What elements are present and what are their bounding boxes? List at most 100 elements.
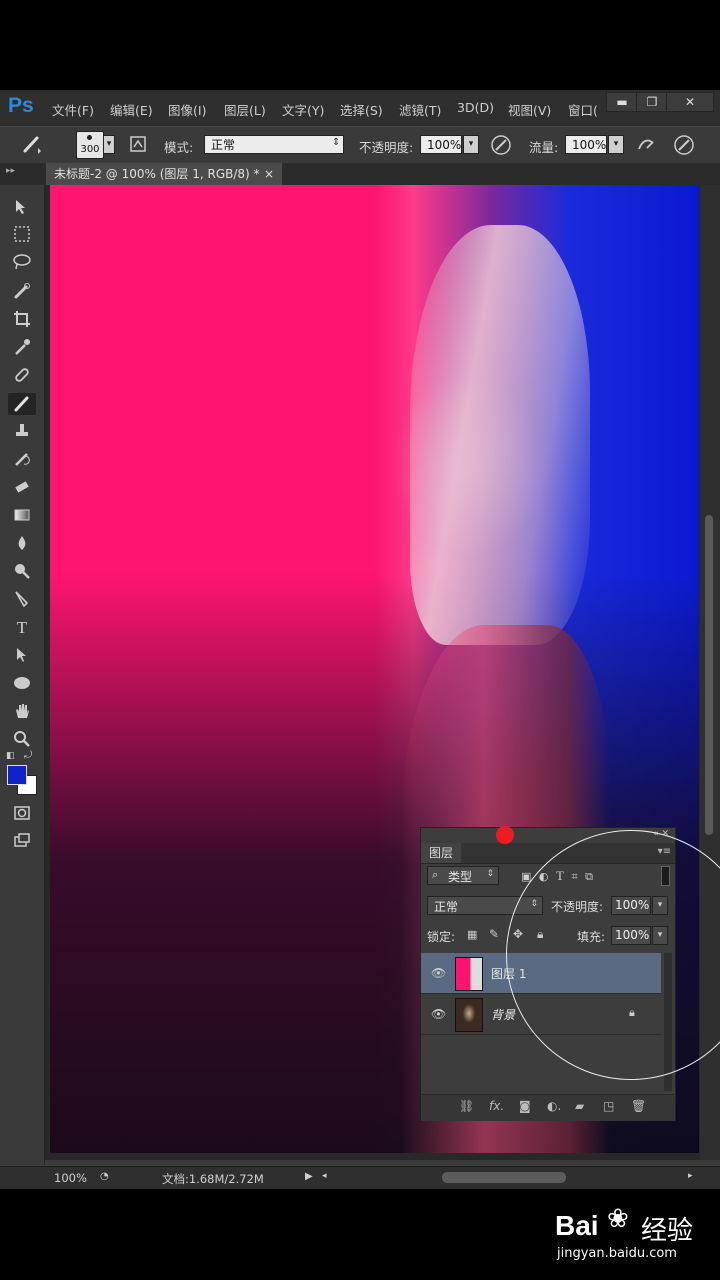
type-tool-icon[interactable]: T — [8, 617, 36, 639]
delete-layer-icon[interactable]: 🗑︎ — [631, 1099, 646, 1113]
brush-tool-icon[interactable] — [8, 393, 36, 415]
quick-mask-icon[interactable] — [8, 803, 36, 825]
touch-indicator-dot — [496, 826, 514, 844]
menu-view[interactable]: 视图(V) — [508, 100, 551, 119]
opacity-dropdown[interactable]: ▾ — [463, 135, 479, 154]
doc-size-info: 文档:1.68M/2.72M — [162, 1172, 264, 1186]
foreground-color-swatch[interactable] — [7, 765, 27, 785]
panel-collapse-icon[interactable]: ▸▸ — [6, 166, 15, 176]
watermark-brand2: 经验 — [641, 1216, 694, 1246]
opacity-field[interactable]: 100% — [420, 135, 462, 154]
new-group-icon[interactable]: ▰ — [575, 1099, 584, 1113]
pen-tool-icon[interactable] — [8, 589, 36, 611]
layers-tab[interactable]: 图层 — [421, 843, 461, 863]
path-select-tool-icon[interactable] — [8, 645, 36, 667]
watermark-url: jingyan.baidu.com — [557, 1246, 677, 1261]
pressure-size-icon[interactable] — [672, 134, 696, 156]
vertical-scroll-thumb[interactable] — [705, 515, 713, 835]
menu-window[interactable]: 窗口( — [568, 100, 598, 119]
minimize-button[interactable]: ▬ — [606, 92, 638, 112]
menu-file[interactable]: 文件(F) — [52, 100, 94, 119]
menu-3d[interactable]: 3D(D) — [457, 100, 494, 115]
flow-field[interactable]: 100% — [565, 135, 607, 154]
visibility-eye-icon[interactable]: 👁︎ — [431, 1007, 446, 1021]
visibility-eye-icon[interactable]: 👁︎ — [431, 966, 446, 980]
move-tool-icon[interactable] — [8, 197, 36, 219]
new-adjustment-icon[interactable]: ◐. — [547, 1099, 561, 1113]
airbrush-icon[interactable] — [634, 134, 658, 156]
hand-tool-icon[interactable] — [8, 701, 36, 723]
menu-edit[interactable]: 编辑(E) — [110, 100, 153, 119]
close-window-button[interactable]: ✕ — [666, 92, 714, 112]
brush-tool-preset-icon[interactable] — [20, 134, 44, 156]
flow-label: 流量: — [529, 140, 559, 155]
layer1-thumbnail — [455, 957, 483, 991]
menu-image[interactable]: 图像(I) — [168, 100, 206, 119]
menu-bar: Ps 文件(F) 编辑(E) 图像(I) 图层(L) 文字(Y) 选择(S) 滤… — [0, 90, 720, 126]
blend-mode-value: 正常 — [434, 900, 459, 914]
fx-icon[interactable]: fx. — [489, 1099, 504, 1113]
baidu-watermark: Bai ❀ 经验 jingyan.baidu.com — [555, 1200, 715, 1270]
add-mask-icon[interactable]: ◙ — [519, 1099, 531, 1113]
history-brush-tool-icon[interactable] — [8, 449, 36, 471]
stamp-tool-icon[interactable] — [8, 421, 36, 443]
swap-colors-icon[interactable]: ⤾ — [24, 750, 32, 761]
healing-brush-tool-icon[interactable] — [8, 365, 36, 387]
paw-logo-icon: ❀ — [607, 1204, 629, 1234]
brush-size-preview[interactable]: 300 — [76, 131, 104, 159]
lock-image-icon[interactable]: ✎ — [489, 927, 499, 941]
crop-tool-icon[interactable] — [8, 309, 36, 331]
flow-dropdown[interactable]: ▾ — [608, 135, 624, 154]
dodge-tool-icon[interactable] — [8, 561, 36, 583]
new-layer-icon[interactable]: ◳ — [603, 1099, 614, 1113]
filter-kind-label: 类型 — [448, 870, 473, 884]
marquee-tool-icon[interactable] — [8, 225, 36, 247]
options-bar: 300 ▾ 模式: 正常 ⇕ 不透明度: 100% ▾ 流量: 100% ▾ — [0, 126, 720, 164]
scroll-right-icon[interactable]: ▸ — [688, 1171, 693, 1181]
horizontal-scroll-thumb[interactable] — [442, 1172, 566, 1183]
layer-filter-select[interactable]: ⌕ 类型 ⇕ — [427, 866, 499, 885]
pressure-opacity-icon[interactable] — [489, 134, 513, 156]
status-bar: 100% ◔ 文档:1.68M/2.72M ▶ ◂ ▸ — [0, 1166, 720, 1189]
maximize-button[interactable]: ❐ — [636, 92, 668, 112]
mode-select[interactable]: 正常 — [204, 135, 344, 154]
ps-logo: Ps — [8, 94, 34, 117]
menu-filter[interactable]: 滤镜(T) — [399, 100, 441, 119]
eraser-tool-icon[interactable] — [8, 477, 36, 499]
filter-search-icon: ⌕ — [432, 868, 439, 881]
mode-label: 模式: — [164, 140, 194, 155]
status-arrow-icon[interactable]: ▶ — [305, 1171, 313, 1182]
tools-panel: T ◧ ⤾ — [0, 185, 45, 1165]
gradient-tool-icon[interactable] — [8, 505, 36, 527]
quick-select-tool-icon[interactable] — [8, 281, 36, 303]
menu-select[interactable]: 选择(S) — [340, 100, 383, 119]
zoom-tool-icon[interactable] — [8, 729, 36, 751]
filter-arrows-icon: ⇕ — [486, 869, 494, 879]
brush-panel-toggle-icon[interactable] — [126, 134, 150, 156]
screen-mode-icon[interactable] — [8, 831, 36, 853]
photo-hair — [410, 225, 590, 645]
document-tab-close[interactable]: × — [264, 163, 274, 185]
status-menu-icon[interactable]: ◔ — [100, 1171, 109, 1182]
background-layer-name[interactable]: 背景 — [491, 1006, 515, 1023]
document-tab-bar: ▸▸ 未标题-2 @ 100% (图层 1, RGB/8) * × — [0, 163, 720, 185]
brush-size-value: 300 — [80, 144, 100, 155]
menu-type[interactable]: 文字(Y) — [282, 100, 324, 119]
eyedropper-tool-icon[interactable] — [8, 337, 36, 359]
brush-size-dropdown[interactable]: ▾ — [103, 135, 115, 154]
brush-dot-icon — [87, 135, 92, 140]
menu-layer[interactable]: 图层(L) — [224, 100, 266, 119]
default-colors-icon[interactable]: ◧ — [6, 751, 15, 761]
document-tab[interactable]: 未标题-2 @ 100% (图层 1, RGB/8) * × — [46, 163, 282, 185]
blur-tool-icon[interactable] — [8, 533, 36, 555]
ellipse-tool-icon[interactable] — [8, 673, 36, 695]
zoom-level[interactable]: 100% — [54, 1171, 87, 1185]
background-thumbnail — [455, 998, 483, 1032]
scroll-left-icon[interactable]: ◂ — [322, 1171, 327, 1181]
lock-label: 锁定: — [427, 930, 456, 944]
link-layers-icon[interactable]: ⛓︎ — [459, 1099, 474, 1113]
lasso-tool-icon[interactable] — [8, 253, 36, 275]
watermark-brand: Bai — [555, 1210, 599, 1241]
lock-transparent-icon[interactable]: ▦ — [467, 928, 477, 941]
opacity-label: 不透明度: — [359, 140, 414, 155]
